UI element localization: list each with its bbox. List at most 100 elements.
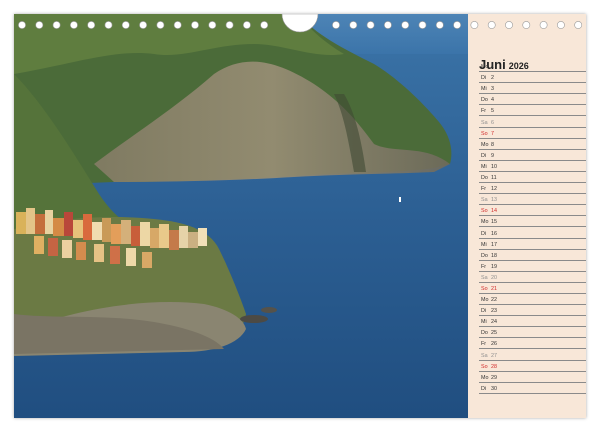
coastal-landscape-photo [14,14,468,418]
day-of-week: Mo [481,64,489,71]
binding-hole [139,21,148,29]
day-of-week: So [481,285,488,292]
binding-hole [435,21,444,29]
day-of-week: Mi [481,319,487,326]
day-row: Di 9 [479,150,586,161]
binding-hole [121,21,130,29]
binding-hole [52,21,61,29]
day-row: Di 2 [479,72,586,84]
day-of-week: Fr [481,108,487,115]
day-number: 16 [491,230,497,237]
day-number: 14 [491,208,497,215]
day-number: 28 [491,363,497,370]
binding-hole [574,21,583,29]
sailboat [399,197,401,202]
day-row: Fr 5 [479,105,586,117]
day-number: 18 [491,252,497,259]
day-row: Fr 19 [479,261,586,272]
day-number: 15 [491,219,497,226]
day-number: 5 [491,108,494,115]
day-row: Do 25 [479,327,586,339]
day-row: Fr 26 [479,338,586,350]
day-of-week: Sa [481,119,488,126]
day-row: Mo 22 [479,294,586,306]
binding-hole [453,21,461,29]
day-of-week: Fr [481,263,487,270]
day-of-week: Mo [481,374,489,381]
binding-hole [87,21,96,29]
day-row: So 7 [479,128,586,139]
binding-hole [35,21,44,29]
day-row: Do 18 [479,250,586,261]
day-row: Mo 29 [479,372,586,383]
day-number: 6 [491,119,494,126]
binding-hole [191,21,199,29]
binding-hole [173,21,182,29]
day-row: Mi 24 [479,316,586,328]
day-number: 9 [491,152,494,159]
binding-hole [539,21,548,29]
day-number: 19 [491,263,497,270]
day-number: 21 [491,285,497,292]
day-of-week: Di [481,152,487,159]
hanger-notch [281,14,319,33]
day-row: Di 23 [479,305,586,317]
binding-hole [18,21,26,29]
day-number: 3 [491,86,494,93]
day-of-week: Do [481,175,488,182]
binding-hole [418,21,427,29]
day-of-week: Do [481,252,488,259]
day-row: Di 30 [479,383,586,394]
day-list: Mo 1 Di 2 Mi 3 Do 4 Fr 5 Sa 6 So 7 Mo 8 Di 9 Mi 10 Do 11 Fr 12 S… [479,61,586,394]
day-number: 7 [491,130,494,137]
day-row: Sa 6 [479,116,586,128]
day-number: 11 [491,175,497,182]
day-number: 22 [491,297,497,304]
binding-hole [401,21,410,29]
binding-hole [383,21,392,29]
day-number: 25 [491,330,497,337]
day-number: 4 [491,97,494,104]
binding-hole [260,21,269,29]
day-of-week: So [481,363,488,370]
day-number: 1 [491,64,494,71]
binding-hole [104,21,113,29]
day-of-week: Mo [481,219,489,226]
calendar-page: Juni 2026 Mo 1 Di 2 Mi 3 Do 4 Fr 5 Sa 6 So 7 Mo 8 Di 9 Mi 10… [14,14,586,418]
sea-rock [240,315,268,323]
binding-hole [70,21,78,29]
day-row: Mi 3 [479,83,586,95]
day-number: 27 [491,352,497,359]
day-of-week: Di [481,230,487,237]
day-of-week: Fr [481,186,487,193]
binding-hole [225,21,234,29]
day-row: Sa 13 [479,194,586,206]
binding-hole [156,21,165,29]
day-of-week: So [481,130,488,137]
day-row: Mo 1 [479,61,586,73]
sea-rock-small [261,307,277,313]
day-row: Sa 27 [479,349,586,361]
day-of-week: Di [481,385,487,392]
day-row: Sa 20 [479,272,586,283]
day-number: 26 [491,341,497,348]
day-of-week: Mo [481,297,489,304]
day-number: 30 [491,385,497,392]
day-row: So 21 [479,283,586,294]
day-row: So 28 [479,361,586,372]
day-row: Mi 17 [479,239,586,250]
day-of-week: Di [481,75,487,82]
binding-hole [557,21,565,29]
day-row: Fr 12 [479,183,586,195]
day-number: 13 [491,197,497,204]
day-of-week: Mi [481,86,487,93]
day-number: 23 [491,308,497,315]
binding-hole [522,21,531,29]
day-number: 2 [491,75,494,82]
day-of-week: Mo [481,141,489,148]
day-row: So 14 [479,205,586,217]
day-row: Do 11 [479,172,586,184]
day-number: 17 [491,241,497,248]
day-number: 24 [491,319,497,326]
day-row: Do 4 [479,94,586,106]
